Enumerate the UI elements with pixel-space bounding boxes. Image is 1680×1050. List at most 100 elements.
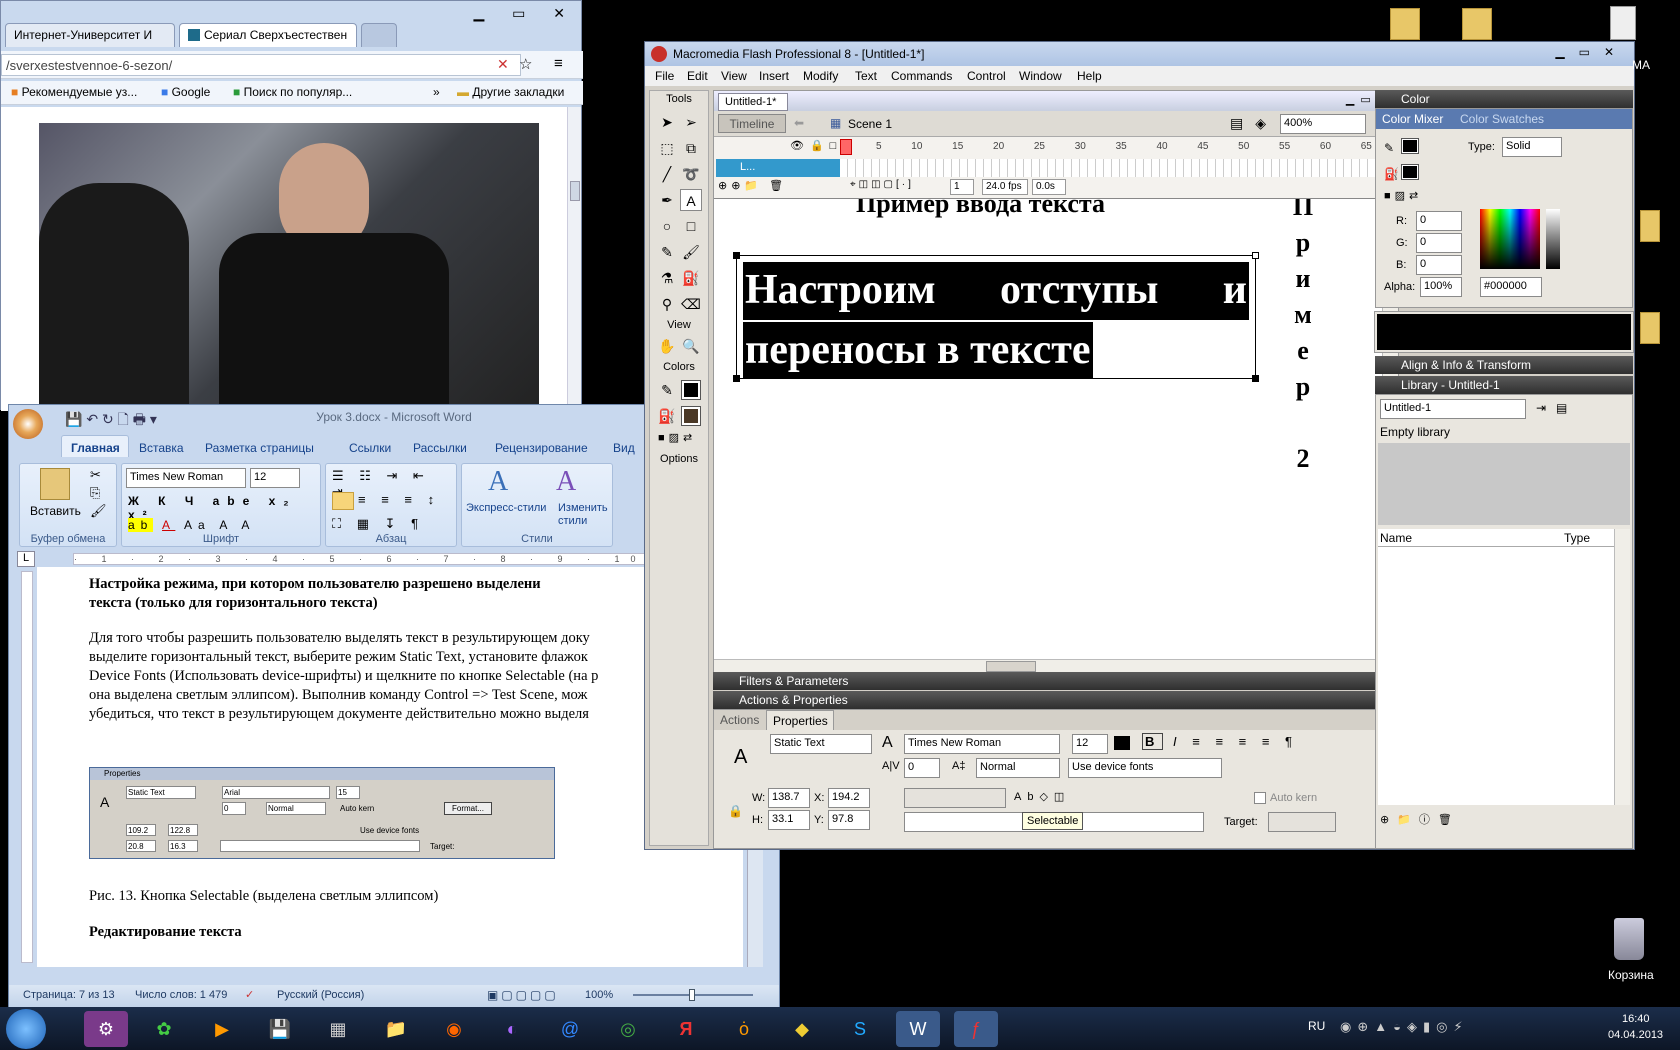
bookmark-search[interactable]: ■ Поиск по популяр... [233, 85, 352, 99]
status-zoom[interactable]: 100% [585, 989, 613, 1001]
filters-panel-header[interactable]: Filters & Parameters [713, 672, 1399, 690]
rect-icon[interactable]: □ [680, 215, 702, 237]
tab-references[interactable]: Ссылки [349, 441, 391, 455]
arrow-icon[interactable]: ➤ [656, 111, 678, 133]
scrollbar-thumb[interactable] [570, 181, 580, 201]
flash-window-controls[interactable]: ▁▭✕ [1555, 45, 1628, 59]
hand-icon[interactable]: ✋ [656, 335, 678, 357]
status-words[interactable]: Число слов: 1 479 [135, 989, 227, 1001]
doc-tab[interactable]: Untitled-1* [718, 93, 788, 111]
scene-label[interactable]: Scene 1 [848, 117, 892, 131]
line-icon[interactable]: ╱ [656, 163, 678, 185]
menu-edit[interactable]: Edit [687, 69, 708, 83]
taskbar-chrome-icon[interactable]: ◎ [606, 1011, 650, 1047]
ink-icon[interactable]: ⚗ [656, 267, 678, 289]
timeline-toggle[interactable]: Timeline [718, 114, 786, 133]
tab-insert[interactable]: Вставка [139, 441, 184, 455]
tab-actions[interactable]: Actions [720, 713, 759, 727]
width-field[interactable]: 138.7 [768, 788, 810, 808]
view-buttons[interactable]: ▣▢▢▢▢ [487, 988, 559, 1002]
stage-h-scrollbar[interactable] [714, 659, 1382, 673]
fill-type-select[interactable]: Solid [1502, 137, 1562, 157]
text-format-buttons[interactable]: B I ≡ ≡ ≡ ≡ ¶ [1142, 733, 1298, 750]
r-field[interactable]: 0 [1416, 211, 1462, 231]
font-size-select[interactable]: 12 [250, 468, 300, 488]
paste-button[interactable]: Вставить [30, 504, 81, 518]
text-type-select[interactable]: Static Text [770, 734, 872, 754]
mixer-fill-swatch[interactable] [1401, 164, 1419, 180]
fill-transform-icon[interactable]: ⧉ [680, 137, 702, 159]
col-type[interactable]: Type [1564, 531, 1590, 545]
star-icon[interactable]: ☆ [519, 55, 532, 73]
tab-view[interactable]: Вид [613, 441, 635, 455]
change-styles-button[interactable]: Изменить стили [558, 502, 614, 528]
autokern-checkbox[interactable] [1254, 792, 1266, 804]
folder-icon[interactable] [1462, 8, 1492, 40]
tab-internet-university[interactable]: Интернет-Университет И [5, 23, 175, 47]
transform-icon[interactable]: ⬚ [656, 137, 678, 159]
language-indicator[interactable]: RU [1308, 1019, 1325, 1033]
window-controls[interactable]: ▁ ▭ ✕ [473, 5, 577, 22]
fill-color-icon[interactable]: ⛽ [656, 405, 678, 427]
library-select[interactable]: Untitled-1 [1380, 399, 1526, 419]
col-name[interactable]: Name [1380, 531, 1412, 545]
browser-scrollbar[interactable] [567, 107, 581, 411]
actions-panel-header[interactable]: Actions & Properties [713, 691, 1399, 709]
color-buttons[interactable]: ab A Aa A A [128, 518, 255, 532]
font-select[interactable]: Times New Roman [904, 734, 1060, 754]
h-scroll-thumb[interactable] [986, 661, 1036, 672]
library-pin-icons[interactable]: ⇥▤ [1536, 401, 1577, 415]
menu-icon[interactable]: ≡ [554, 55, 563, 72]
menu-modify[interactable]: Modify [803, 69, 838, 83]
library-list[interactable] [1378, 547, 1614, 805]
clock-time[interactable]: 16:40 [1622, 1013, 1650, 1025]
stroke-color-swatch[interactable] [681, 380, 701, 400]
edit-symbol-icons[interactable]: ▤◈ [1230, 115, 1278, 132]
tab-selector[interactable]: L [17, 551, 35, 567]
bookmarks-more[interactable]: » [433, 85, 440, 99]
render-select[interactable]: Use device fonts [1068, 758, 1222, 778]
zoom-slider-thumb[interactable] [689, 989, 695, 1001]
handle[interactable] [733, 252, 740, 259]
tab-properties[interactable]: Properties [766, 710, 834, 730]
recycle-bin-icon[interactable] [1614, 918, 1644, 960]
start-button[interactable] [6, 1009, 46, 1049]
brush-icon[interactable]: 🖌 [680, 241, 702, 263]
b-field[interactable]: 0 [1416, 255, 1462, 275]
taskbar-ok-icon[interactable]: ȯ [722, 1011, 766, 1047]
char-position-select[interactable]: Normal [976, 758, 1060, 778]
color-buttons[interactable]: ■▨⇄ [658, 431, 696, 444]
font-name-select[interactable]: Times New Roman [126, 468, 246, 488]
back-arrow-icon[interactable]: ⬅ [794, 116, 804, 130]
menu-window[interactable]: Window [1019, 69, 1062, 83]
text-field-bounds[interactable]: Настроим отступы и переносы в тексте [733, 252, 1259, 382]
menu-text[interactable]: Text [855, 69, 877, 83]
subselect-icon[interactable]: ➢ [680, 111, 702, 133]
folder-icon[interactable] [1640, 312, 1660, 344]
library-panel-header[interactable]: Library - Untitled-1 [1375, 376, 1633, 394]
taskbar-icq-icon[interactable]: ✿ [142, 1011, 186, 1047]
lasso-icon[interactable]: ➰ [680, 163, 702, 185]
color-panel-header[interactable]: Color [1375, 90, 1633, 108]
onion-buttons[interactable]: ⌖◫◫▢[·] [850, 179, 914, 190]
menu-insert[interactable]: Insert [759, 69, 789, 83]
zoom-select[interactable]: 400% [1280, 114, 1366, 134]
pencil-icon[interactable]: ✎ [656, 241, 678, 263]
stroke-color-icon[interactable]: ✎ [656, 379, 678, 401]
text-color-swatch[interactable] [1114, 736, 1130, 750]
fill-color-swatch[interactable] [681, 406, 701, 426]
align-panel-header[interactable]: Align & Info & Transform [1375, 356, 1633, 374]
change-styles-icon[interactable]: A [556, 466, 576, 498]
tab-color-mixer[interactable]: Color Mixer [1382, 112, 1443, 126]
y-field[interactable]: 97.8 [828, 810, 870, 830]
align-left-button[interactable] [332, 492, 354, 510]
taskbar-skype-icon[interactable]: S [838, 1011, 882, 1047]
menu-view[interactable]: View [721, 69, 747, 83]
vertical-ruler[interactable] [21, 571, 33, 963]
bucket-icon[interactable]: ⛽ [680, 267, 702, 289]
bookmark-other[interactable]: ▬ Другие закладки [457, 85, 564, 99]
color-spectrum[interactable] [1480, 209, 1540, 269]
taskbar-app-icon[interactable]: ⚙ [84, 1011, 128, 1047]
taskbar-media-icon[interactable]: ▶ [200, 1011, 244, 1047]
taskbar-word-icon[interactable]: W [896, 1011, 940, 1047]
